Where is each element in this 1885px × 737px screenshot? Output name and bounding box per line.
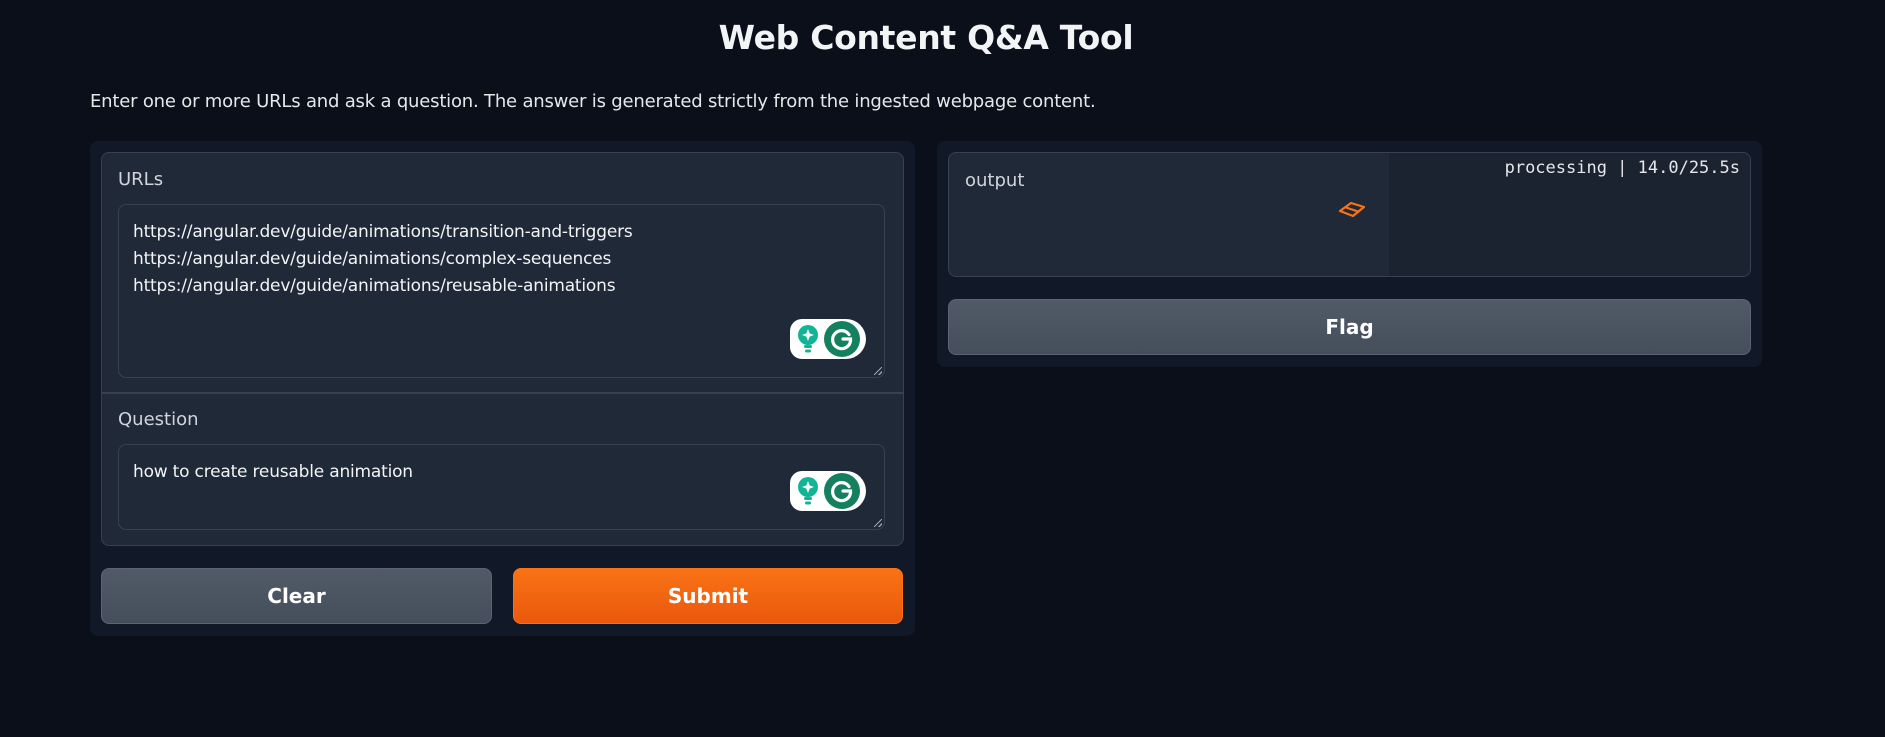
progress-status: processing | 14.0/25.5s	[1504, 158, 1740, 178]
question-label: Question	[118, 409, 199, 430]
submit-button[interactable]: Submit	[513, 568, 903, 624]
input-panel: URLs https://angular.dev/guide/animation…	[90, 141, 915, 636]
flag-button[interactable]: Flag	[948, 299, 1751, 355]
grammarly-widget[interactable]	[790, 471, 866, 511]
output-label: output	[965, 170, 1025, 191]
output-card: output processing | 14.0/25.5s	[948, 152, 1751, 277]
urls-label: URLs	[118, 169, 164, 190]
loading-spinner-icon	[1337, 199, 1367, 219]
grammarly-widget[interactable]	[790, 319, 866, 359]
url-line: https://angular.dev/guide/animations/com…	[133, 249, 612, 269]
question-value: how to create reusable animation	[133, 462, 413, 482]
output-panel: output processing | 14.0/25.5s Flag	[937, 141, 1762, 367]
lightbulb-icon[interactable]	[796, 324, 820, 354]
grammarly-g-icon[interactable]	[824, 473, 860, 509]
question-textarea[interactable]: how to create reusable animation	[118, 444, 885, 530]
resize-handle-icon[interactable]	[874, 367, 882, 375]
lightbulb-icon[interactable]	[796, 476, 820, 506]
page-title: Web Content Q&A Tool	[718, 18, 1134, 57]
url-line: https://angular.dev/guide/animations/tra…	[133, 222, 633, 242]
field-divider	[102, 392, 903, 394]
grammarly-g-icon[interactable]	[824, 321, 860, 357]
page-description: Enter one or more URLs and ask a questio…	[90, 91, 1096, 112]
url-line: https://angular.dev/guide/animations/reu…	[133, 276, 616, 296]
inputs-card: URLs https://angular.dev/guide/animation…	[101, 152, 904, 546]
resize-handle-icon[interactable]	[874, 519, 882, 527]
clear-button[interactable]: Clear	[101, 568, 492, 624]
urls-textarea[interactable]: https://angular.dev/guide/animations/tra…	[118, 204, 885, 378]
